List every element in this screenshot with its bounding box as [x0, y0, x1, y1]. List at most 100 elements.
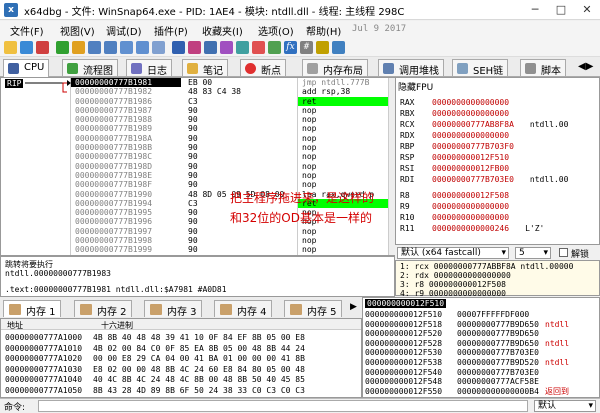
tab-memory-map[interactable]: 内存布局 — [302, 59, 368, 77]
disassembly-view[interactable]: RIP 00000000777B1981 00000000777B1982 0000… — [0, 77, 396, 292]
register-row[interactable]: RSP 000000000012F510 — [400, 152, 525, 163]
stack-row[interactable]: 000000000012F550 000000000000000B4 返回到 — [365, 387, 569, 396]
disasm-instruction[interactable]: nop — [298, 106, 390, 115]
trace-into-icon[interactable] — [120, 41, 133, 54]
register-value[interactable]: 00000000777AB8F8A — [432, 120, 514, 129]
disasm-bytes[interactable]: 90 — [184, 245, 297, 254]
dump-row[interactable]: 00000000777A1000 4B 8B 40 48 48 39 41 10 … — [1, 333, 305, 342]
disasm-bytes[interactable]: 90 — [184, 115, 297, 124]
register-value[interactable]: 000000000012F510 — [432, 153, 509, 162]
menu-options[interactable]: 选项(O) — [258, 23, 294, 38]
step-into-icon[interactable] — [88, 41, 101, 54]
tab-breakpoints[interactable]: 断点 — [240, 59, 286, 77]
disasm-address[interactable]: 00000000777B1989 — [71, 124, 181, 133]
disasm-address[interactable]: 00000000777B1994 — [71, 199, 181, 208]
stack-row[interactable]: 000000000012F538 00000000777B9D520 ntdll — [365, 358, 569, 367]
menu-debug[interactable]: 调试(D) — [106, 23, 142, 38]
close-button[interactable]: ✕ — [574, 0, 600, 20]
register-row[interactable]: RDI 00000000777B703E0 ntdll.00 — [400, 174, 568, 185]
disasm-bytes[interactable]: 90 — [184, 162, 297, 171]
menu-favorites[interactable]: 收藏夹(I) — [202, 23, 243, 38]
menu-help[interactable]: 帮助(H) — [306, 23, 341, 38]
disasm-bytes[interactable]: 90 — [184, 171, 297, 180]
register-value[interactable]: 0000000000000000 — [432, 213, 509, 222]
stop-icon[interactable] — [36, 41, 49, 54]
disasm-instruction[interactable]: nop — [298, 171, 390, 180]
disasm-bytes[interactable]: 90 — [184, 143, 297, 152]
disasm-bytes[interactable]: 90 — [184, 227, 297, 236]
register-row[interactable]: RSI 000000000012FB00 — [400, 163, 525, 174]
run-icon[interactable] — [56, 41, 69, 54]
register-value[interactable]: 00000000777B703F0 — [432, 142, 514, 151]
tab-dump-2[interactable]: 内存 2 — [74, 300, 132, 318]
disasm-address[interactable]: 00000000777B198E — [71, 171, 181, 180]
disasm-bytes[interactable]: 90 — [184, 152, 297, 161]
disasm-address[interactable]: 00000000777B1995 — [71, 208, 181, 217]
calling-convention-select[interactable]: 默认 (x64 fastcall) ▾ — [397, 247, 509, 259]
open-icon[interactable] — [4, 41, 17, 54]
register-value[interactable]: 0000000000000000 — [432, 202, 509, 211]
tab-dump-1[interactable]: 内存 1 — [3, 300, 61, 318]
disasm-bytes[interactable]: 90 — [184, 124, 297, 133]
disasm-bytes[interactable]: EB 00 — [184, 78, 297, 87]
disasm-address[interactable]: 00000000777B198F — [71, 180, 181, 189]
disasm-instruction[interactable]: nop — [298, 115, 390, 124]
disasm-instruction[interactable]: nop — [298, 152, 390, 161]
patches-icon[interactable] — [204, 41, 217, 54]
pause-icon[interactable] — [72, 41, 85, 54]
settings-icon[interactable] — [332, 41, 345, 54]
bookmarks-icon[interactable] — [252, 41, 265, 54]
disasm-instruction[interactable]: nop — [298, 143, 390, 152]
stack-row[interactable]: 000000000012F518 00000000777B9D650 ntdll — [365, 320, 569, 329]
command-input[interactable] — [38, 400, 528, 412]
step-over-icon[interactable] — [104, 41, 117, 54]
stack-view[interactable]: 000000000012F510 000000000012F510 00007FF… — [362, 297, 600, 398]
disasm-address[interactable]: 00000000777B1996 — [71, 217, 181, 226]
trace-over-icon[interactable] — [136, 41, 149, 54]
disasm-address[interactable]: 00000000777B1999 — [71, 245, 181, 254]
register-row[interactable]: R10 0000000000000000 — [400, 212, 525, 223]
disasm-address[interactable]: 00000000777B1998 — [71, 236, 181, 245]
register-row[interactable]: RBP 00000000777B703F0 — [400, 141, 530, 152]
register-row[interactable]: RDX 0000000000000000 — [400, 130, 525, 141]
menu-plugins[interactable]: 插件(P) — [154, 23, 188, 38]
disasm-address[interactable]: 00000000777B198C — [71, 152, 181, 161]
disasm-bytes[interactable]: C3 — [184, 97, 297, 106]
labels-icon[interactable] — [236, 41, 249, 54]
register-value[interactable]: 000000000012FB00 — [432, 164, 509, 173]
stack-row[interactable]: 000000000012F530 00000000777B703E0 — [365, 348, 545, 357]
comments-icon[interactable] — [220, 41, 233, 54]
disasm-instruction[interactable]: nop — [298, 245, 390, 254]
dump-row[interactable]: 00000000777A1010 4B 02 00 84 C0 0F 85 EA … — [1, 344, 305, 353]
disasm-instruction[interactable]: nop — [298, 227, 390, 236]
menu-file[interactable]: 文件(F) — [10, 23, 44, 38]
register-value[interactable]: 0000000000000246 — [432, 224, 509, 233]
tab-call-stack[interactable]: 调用堆栈 — [378, 59, 444, 77]
disasm-instruction[interactable]: jmp ntdll.777B — [298, 78, 390, 87]
disasm-instruction[interactable]: add rsp,38 — [298, 87, 390, 96]
tab-scroll-arrows[interactable]: ◀▶ — [578, 61, 593, 72]
register-row[interactable]: RAX 0000000000000000 — [400, 97, 525, 108]
tab-dump-4[interactable]: 内存 4 — [214, 300, 272, 318]
register-row[interactable]: RBX 0000000000000000 — [400, 108, 525, 119]
tab-dump-3[interactable]: 内存 3 — [144, 300, 202, 318]
dump-row[interactable]: 00000000777A1030 E8 02 00 00 48 8B 4C 24 … — [1, 365, 305, 374]
disasm-address[interactable]: 00000000777B1988 — [71, 115, 181, 124]
register-value[interactable]: 0000000000000000 — [432, 131, 509, 140]
tab-log[interactable]: 日志 — [126, 59, 172, 77]
stack-arguments-view[interactable]: 1: rcx 00000000777ABBF8A ntdll.00000 2: … — [395, 260, 600, 298]
disasm-instruction[interactable]: nop — [298, 236, 390, 245]
variables-icon[interactable] — [316, 41, 329, 54]
disasm-bytes[interactable]: 90 — [184, 106, 297, 115]
minimize-button[interactable]: ─ — [522, 0, 548, 20]
dump-row[interactable]: 00000000777A1050 8B 43 28 4D 89 8B 6F 50 … — [1, 386, 305, 395]
hide-fpu-toggle[interactable]: 隐藏FPU — [398, 80, 598, 93]
menu-view[interactable]: 视图(V) — [60, 23, 95, 38]
tab-dump-5[interactable]: 内存 5 — [284, 300, 342, 318]
scylla-icon[interactable] — [188, 41, 201, 54]
disasm-bytes[interactable]: 90 — [184, 236, 297, 245]
register-value[interactable]: 0000000000000000 — [432, 109, 509, 118]
register-value[interactable]: 0000000000000000 — [432, 98, 509, 107]
tab-graph[interactable]: 流程图 — [62, 59, 118, 77]
disasm-address[interactable]: 00000000777B1982 — [71, 87, 181, 96]
